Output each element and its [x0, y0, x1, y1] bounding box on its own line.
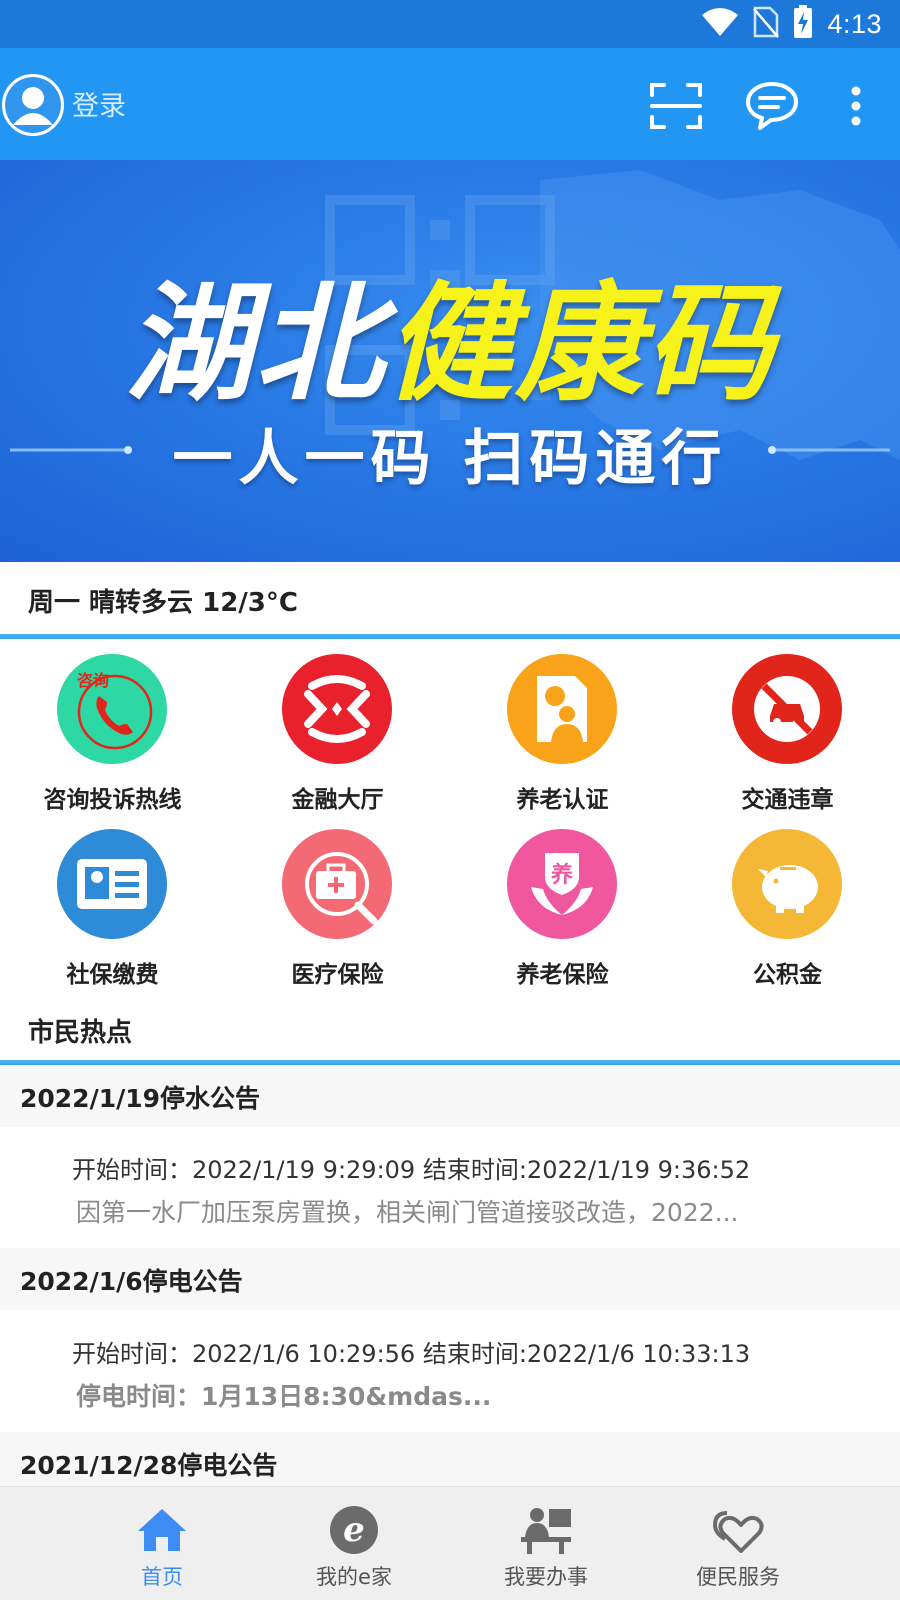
banner-title-yellow: 健康码 [385, 270, 776, 419]
service-social-security-payment[interactable]: 社保缴费 [0, 829, 225, 999]
id-card-icon [57, 829, 167, 939]
news-item-title[interactable]: 2021/12/28停电公告 [0, 1432, 900, 1494]
no-sim-icon [753, 6, 780, 42]
service-pension-certification[interactable]: 养老认证 [450, 654, 675, 824]
scan-icon [650, 83, 702, 129]
svg-text:e: e [343, 1510, 365, 1550]
office-worker-icon [516, 1503, 576, 1557]
service-badge: 养 [550, 862, 573, 888]
clock: 4:13 [827, 8, 882, 39]
finance-icon [282, 654, 392, 764]
nav-label: 首页 [141, 1565, 183, 1589]
scan-button[interactable] [648, 78, 704, 134]
login-link[interactable]: 登录 [72, 84, 126, 123]
no-car-icon [732, 654, 842, 764]
news-item-time: 开始时间：2022/1/6 10:29:56 结束时间:2022/1/6 10:… [72, 1340, 751, 1368]
health-code-banner[interactable]: 湖北健康码 一人一码 扫码通行 [0, 160, 900, 562]
service-label: 养老认证 [516, 787, 609, 813]
service-label: 养老保险 [516, 962, 609, 988]
chat-bubble-icon [746, 82, 798, 130]
service-badge: 咨询 [77, 671, 109, 690]
weather-text: 周一 晴转多云 12/3°C [28, 588, 298, 618]
bottom-nav: 首页 e 我的e家 我要办事 便民服务 [0, 1486, 900, 1600]
nav-convenience-services[interactable]: 便民服务 [658, 1487, 818, 1600]
service-pension-insurance[interactable]: 养 养老保险 [450, 829, 675, 999]
service-label: 咨询投诉热线 [43, 787, 182, 813]
more-menu-button[interactable] [828, 78, 884, 134]
heart-service-icon [708, 1503, 768, 1557]
certificate-icon [507, 654, 617, 764]
news-item-title[interactable]: 2022/1/6停电公告 [0, 1248, 900, 1310]
section-title: 市民热点 [28, 1018, 133, 1048]
message-button[interactable] [744, 78, 800, 134]
avatar[interactable] [2, 74, 64, 136]
service-label: 公积金 [753, 962, 822, 988]
service-housing-fund[interactable]: 公积金 [675, 829, 900, 999]
service-consult-hotline[interactable]: 咨询 咨询投诉热线 [0, 654, 225, 824]
wifi-icon [701, 7, 739, 41]
more-vertical-icon [851, 86, 861, 126]
nav-label: 便民服务 [696, 1565, 780, 1589]
service-label: 社保缴费 [66, 962, 159, 988]
news-item-summary[interactable]: 因第一水厂加压泵房置换，相关闸门管道接驳改造，2022... [76, 1193, 738, 1229]
service-traffic-violation[interactable]: 交通违章 [675, 654, 900, 824]
e-home-icon: e [324, 1503, 384, 1557]
nav-label: 我的e家 [316, 1565, 392, 1589]
nav-label: 我要办事 [504, 1565, 588, 1589]
service-label: 交通违章 [741, 787, 834, 813]
phone-consult-icon: 咨询 [57, 654, 167, 764]
service-label: 医疗保险 [291, 962, 384, 988]
medical-kit-icon [282, 829, 392, 939]
service-medical-insurance[interactable]: 医疗保险 [225, 829, 450, 999]
user-icon [5, 77, 61, 133]
status-bar: 4:13 [0, 0, 900, 48]
piggy-bank-icon [732, 829, 842, 939]
news-item-summary[interactable]: 停电时间：1月13日8:30&mdas... [76, 1377, 491, 1413]
nav-home[interactable]: 首页 [82, 1487, 242, 1600]
nav-services-office[interactable]: 我要办事 [466, 1487, 626, 1600]
app-header: 登录 [0, 48, 900, 160]
home-icon [132, 1503, 192, 1557]
banner-title-white: 湖北 [124, 270, 385, 419]
banner-title: 湖北健康码 [0, 240, 900, 425]
divider [0, 634, 900, 639]
news-item-title[interactable]: 2022/1/19停水公告 [0, 1065, 900, 1127]
battery-charging-icon [793, 5, 813, 43]
nav-my-ehome[interactable]: e 我的e家 [274, 1487, 434, 1600]
weather-bar: 周一 晴转多云 12/3°C [0, 562, 900, 634]
news-item-time: 开始时间：2022/1/19 9:29:09 结束时间:2022/1/19 9:… [72, 1156, 751, 1184]
service-finance-hall[interactable]: 金融大厅 [225, 654, 450, 824]
banner-subtitle: 一人一码 扫码通行 [172, 424, 728, 494]
care-hands-icon: 养 [507, 829, 617, 939]
service-label: 金融大厅 [291, 787, 384, 813]
